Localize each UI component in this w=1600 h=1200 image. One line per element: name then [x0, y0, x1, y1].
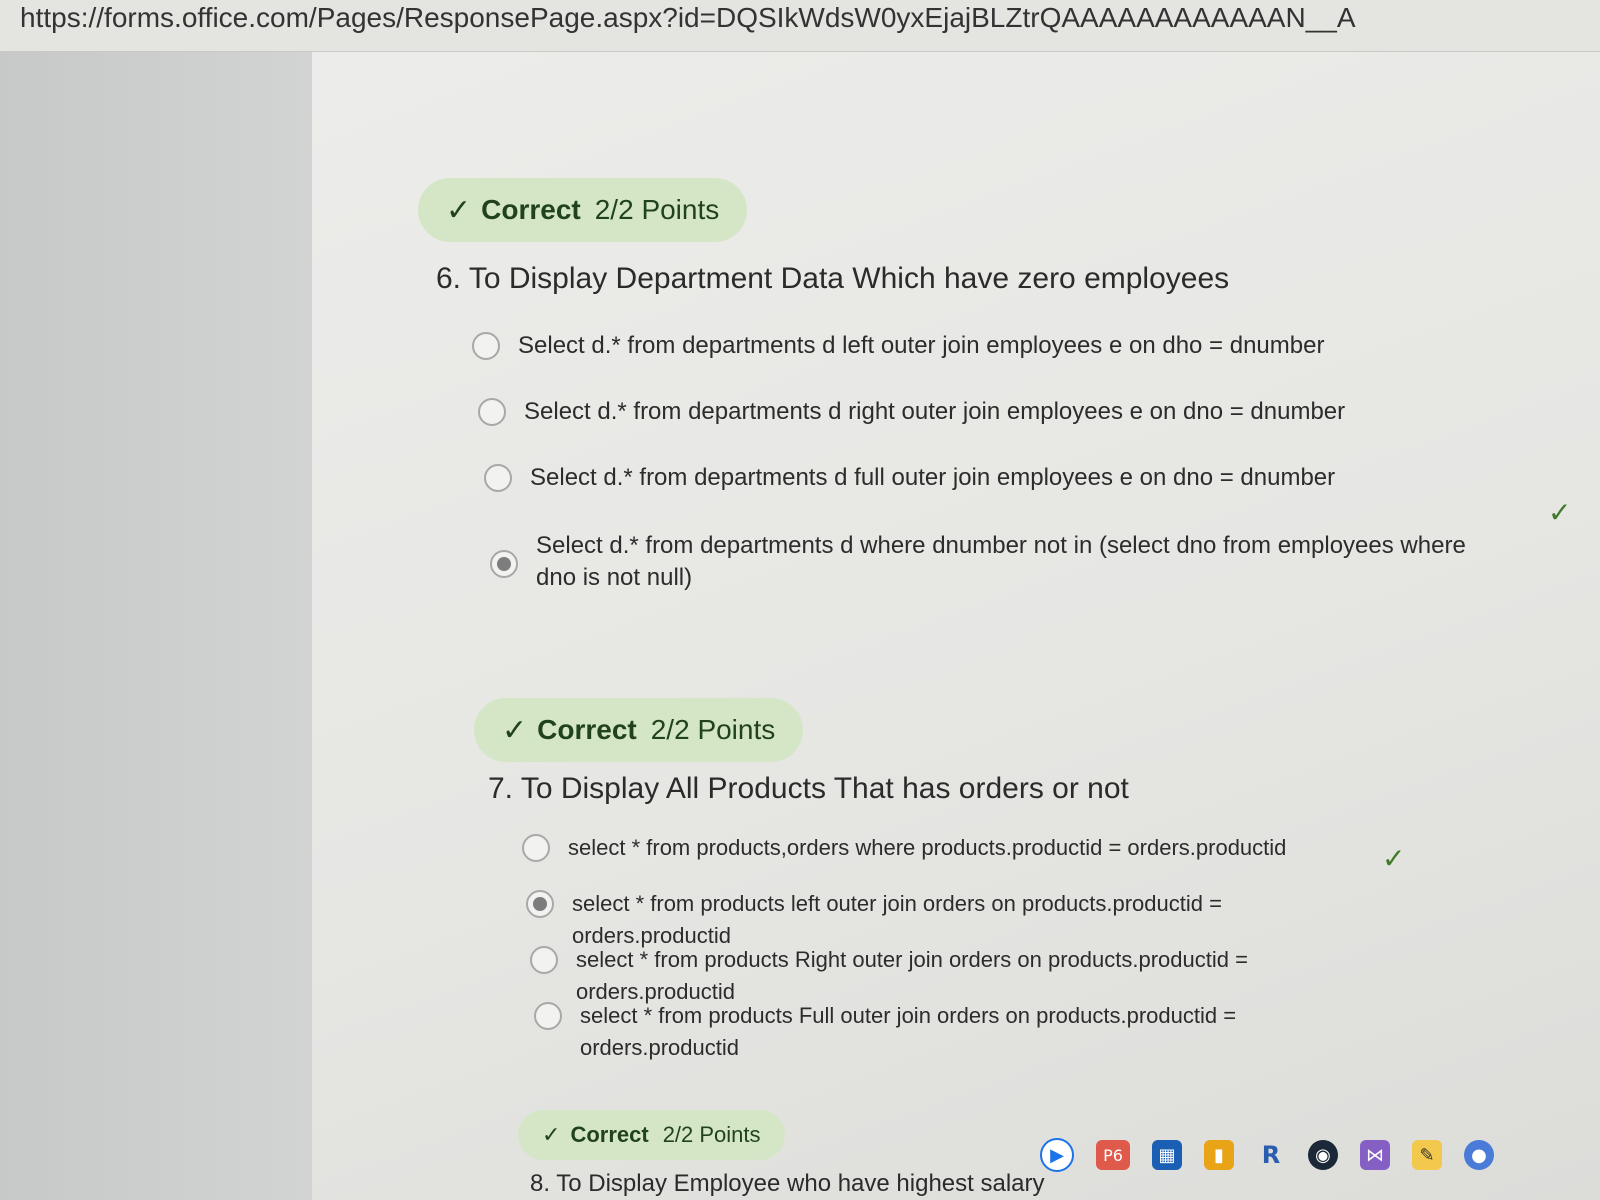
power-bi-icon[interactable]: ▮ [1204, 1140, 1234, 1170]
chat-icon[interactable]: ● [1464, 1140, 1494, 1170]
question-7-option-3[interactable]: select * from products Right outer join … [530, 944, 1390, 1008]
badge-status: Correct [481, 194, 581, 225]
badge-points: 2/2 Points [662, 1122, 761, 1147]
option-label: Select d.* from departments d where dnum… [536, 532, 1466, 591]
correct-answer-checkmark-icon: ✓ [1548, 496, 1572, 529]
option-label: select * from products left outer join o… [572, 891, 1222, 948]
paint-icon[interactable]: ✎ [1412, 1140, 1442, 1170]
steam-icon[interactable]: ◉ [1308, 1140, 1338, 1170]
option-label: select * from products Right outer join … [576, 947, 1248, 1004]
radio-button[interactable] [522, 834, 550, 862]
radio-button[interactable] [530, 946, 558, 974]
question-7-option-1[interactable]: select * from products,orders where prod… [522, 832, 1382, 864]
checkmark-icon: ✓ [502, 713, 528, 747]
checkmark-icon: ✓ [446, 193, 472, 227]
question-6-option-3[interactable]: Select d.* from departments d full outer… [484, 462, 1504, 494]
question-8-result-badge: ✓ Correct 2/2 Points [518, 1110, 785, 1160]
url-text[interactable]: https://forms.office.com/Pages/ResponseP… [20, 2, 1356, 33]
option-label: select * from products Full outer join o… [580, 1003, 1237, 1060]
question-7-result-badge: ✓ Correct 2/2 Points [474, 698, 804, 762]
badge-status: Correct [537, 714, 637, 745]
question-6-title: 6. To Display Department Data Which have… [436, 262, 1230, 295]
store-icon[interactable]: ▦ [1152, 1140, 1182, 1170]
option-label: select * from products,orders where prod… [568, 835, 1287, 860]
taskbar: ▶ P6 ▦ ▮ R ◉ ⋈ ✎ ● [1000, 1110, 1600, 1200]
left-background [0, 52, 312, 1200]
badge-points: 2/2 Points [650, 714, 776, 745]
radio-button[interactable] [478, 398, 506, 426]
visual-studio-icon[interactable]: ⋈ [1360, 1140, 1390, 1170]
badge-status: Correct [570, 1122, 649, 1147]
question-6-result-badge: ✓ Correct 2/2 Points [418, 178, 748, 242]
question-7-option-4[interactable]: select * from products Full outer join o… [534, 1000, 1394, 1064]
question-7-title: 7. To Display All Products That has orde… [488, 772, 1129, 805]
question-7-option-2[interactable]: select * from products left outer join o… [526, 888, 1386, 952]
radio-button[interactable] [472, 332, 500, 360]
badge-points: 2/2 Points [594, 194, 720, 225]
option-label: Select d.* from departments d right oute… [524, 398, 1346, 425]
radio-button-selected[interactable] [490, 550, 518, 578]
radio-button[interactable] [484, 464, 512, 492]
address-bar[interactable]: https://forms.office.com/Pages/ResponseP… [0, 0, 1600, 52]
question-6-option-2[interactable]: Select d.* from departments d right oute… [478, 396, 1498, 428]
option-label: Select d.* from departments d full outer… [530, 464, 1336, 491]
r-app-icon[interactable]: R [1256, 1140, 1286, 1170]
question-6-option-1[interactable]: Select d.* from departments d left outer… [472, 330, 1492, 362]
question-8-title: 8. To Display Employee who have highest … [530, 1170, 1045, 1197]
radio-button[interactable] [534, 1002, 562, 1030]
radio-button-selected[interactable] [526, 890, 554, 918]
p6-app-icon[interactable]: P6 [1096, 1140, 1130, 1170]
option-label: Select d.* from departments d left outer… [518, 332, 1325, 359]
correct-answer-checkmark-icon: ✓ [1382, 842, 1406, 875]
media-player-icon[interactable]: ▶ [1040, 1138, 1074, 1172]
question-6-option-4[interactable]: Select d.* from departments d where dnum… [490, 530, 1500, 594]
checkmark-icon: ✓ [542, 1122, 561, 1147]
